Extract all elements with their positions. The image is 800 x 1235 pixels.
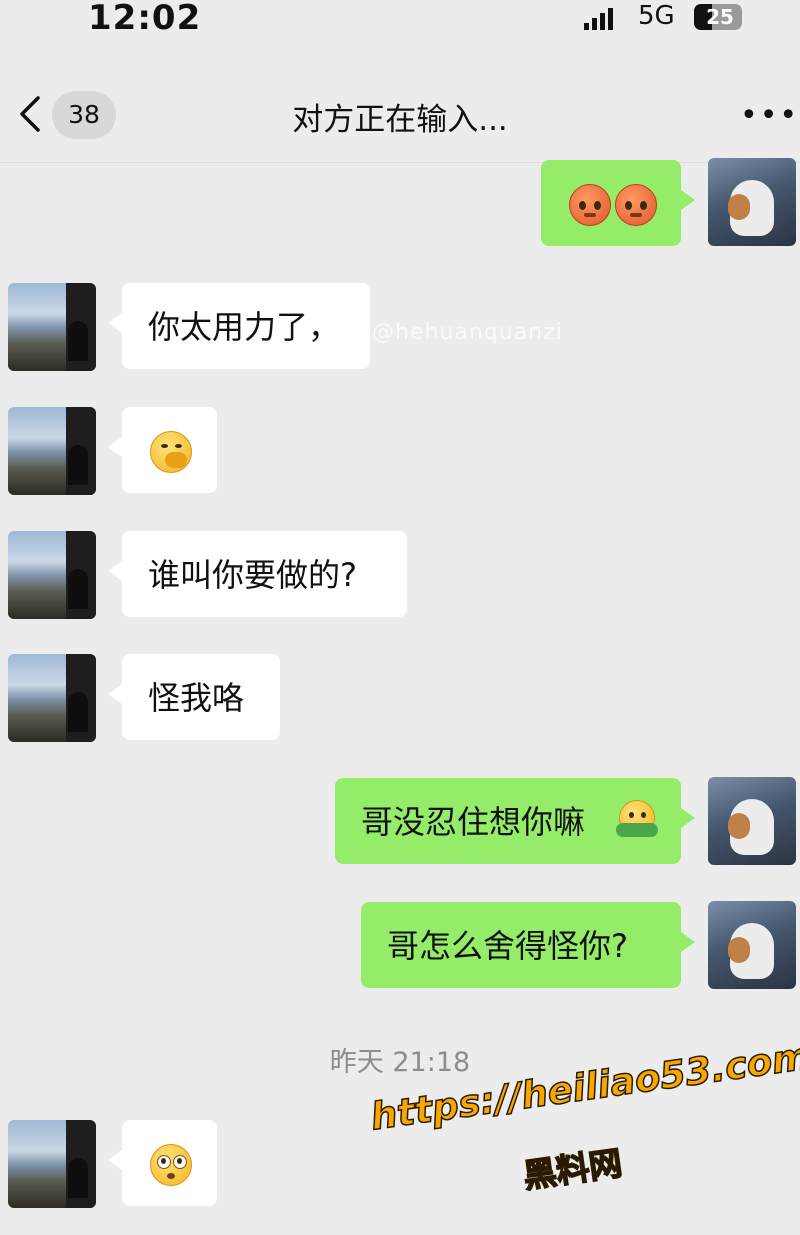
message-bubble-outgoing[interactable]: 哥怎么舍得怪你? bbox=[361, 902, 695, 988]
chat-header: 38 对方正在输入... ••• bbox=[0, 72, 800, 163]
more-options-icon[interactable]: ••• bbox=[740, 96, 797, 136]
message-text: 哥没忍住想你嘛 bbox=[361, 803, 586, 841]
status-time: 12:02 bbox=[88, 0, 202, 38]
watermark-text: @hehuanquanzi bbox=[372, 320, 563, 345]
flushed-face-icon bbox=[150, 1144, 192, 1186]
watermark-site-name: 黑料网 bbox=[520, 1142, 625, 1196]
message-text: 哥怎么舍得怪你? bbox=[387, 927, 628, 965]
message-bubble-incoming[interactable] bbox=[108, 407, 217, 493]
status-bar: 12:02 5G 25 bbox=[0, 0, 800, 40]
contact-avatar[interactable] bbox=[8, 1120, 96, 1208]
my-avatar[interactable] bbox=[708, 901, 796, 989]
battery-level: 25 bbox=[706, 5, 734, 29]
signal-icon bbox=[584, 8, 613, 30]
contact-avatar[interactable] bbox=[8, 407, 96, 495]
message-bubble-outgoing[interactable]: 哥没忍住想你嘛 bbox=[335, 778, 695, 864]
contact-avatar[interactable] bbox=[8, 283, 96, 371]
contact-avatar[interactable] bbox=[8, 654, 96, 742]
message-text: 你太用力了， bbox=[148, 308, 341, 346]
angry-face-icon bbox=[615, 184, 657, 226]
hug-face-icon bbox=[616, 800, 658, 837]
message-bubble-incoming[interactable]: 怪我咯 bbox=[108, 654, 280, 740]
network-type: 5G bbox=[638, 1, 675, 31]
message-bubble-incoming[interactable]: 你太用力了， bbox=[108, 283, 370, 369]
hand-over-mouth-face-icon bbox=[150, 431, 192, 473]
my-avatar[interactable] bbox=[708, 777, 796, 865]
message-bubble-incoming[interactable]: 谁叫你要做的? bbox=[108, 531, 407, 617]
message-text: 谁叫你要做的? bbox=[148, 556, 357, 594]
chat-title: 对方正在输入... bbox=[292, 102, 508, 138]
battery-icon: 25 bbox=[694, 4, 744, 30]
my-avatar[interactable] bbox=[708, 158, 796, 246]
message-bubble-outgoing[interactable] bbox=[541, 160, 695, 246]
contact-avatar[interactable] bbox=[8, 531, 96, 619]
angry-face-icon bbox=[569, 184, 611, 226]
message-bubble-incoming[interactable] bbox=[108, 1120, 217, 1206]
message-text: 怪我咯 bbox=[148, 679, 245, 717]
